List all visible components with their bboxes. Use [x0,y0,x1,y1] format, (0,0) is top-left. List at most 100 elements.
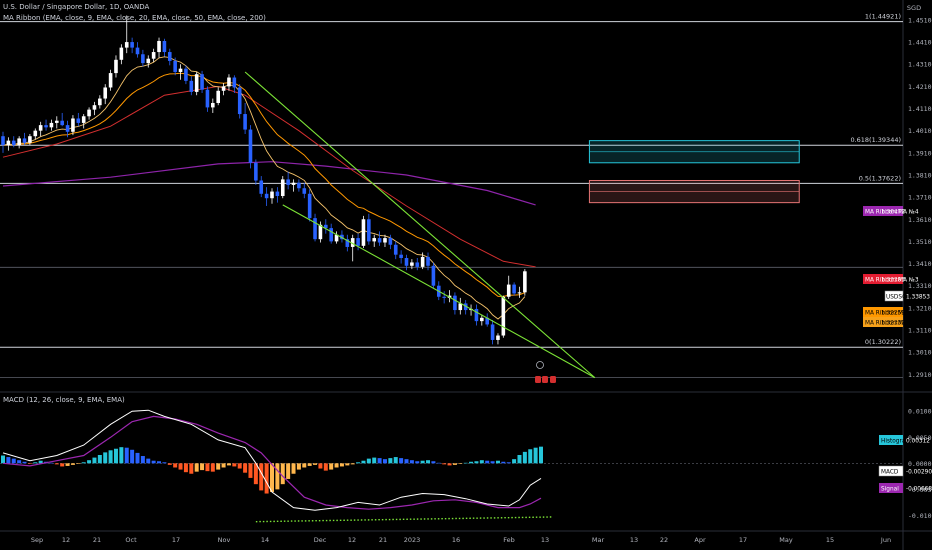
candle-body [55,120,59,123]
candle-body [264,193,269,199]
price-tick-label: 1.31100 [908,326,932,334]
candle-body [49,122,54,128]
candle-body [404,258,409,266]
candle-body [490,324,495,340]
candle-body [383,238,387,243]
candle-body [146,58,151,64]
macd-histogram-bar [65,463,70,466]
candle-body [361,219,366,246]
candle-body [523,271,527,293]
candle-body [410,262,414,266]
candle-body [184,68,188,81]
candle-body [211,102,215,108]
candle-body [38,125,43,131]
macd-histogram-bar [388,458,393,464]
candle-body [275,191,280,196]
macd-histogram-bar [264,463,269,494]
macd-histogram-bar [420,460,425,464]
macd-histogram-bar [54,463,59,465]
candle-body [151,52,156,59]
candle-body [496,335,500,340]
candle-body [114,59,118,74]
candle-body [399,254,403,259]
macd-histogram-bar [92,457,97,464]
time-tick-label: 16 [452,536,460,544]
candle-body [426,256,430,266]
candle-body [162,40,167,53]
macd-histogram-bar [108,450,113,464]
macd-histogram-bar [291,463,296,474]
candle-body [420,256,425,267]
candle-body [237,87,242,115]
macd-histogram-bar [539,446,543,464]
macd-histogram-bar [124,447,129,464]
macd-legend[interactable]: MACD (12, 26, close, 9, EMA, EMA) [3,396,125,404]
candle-body [108,73,113,88]
macd-histogram-bar [490,461,495,464]
price-tick-label: 1.45100 [908,16,932,24]
candle-body [367,219,371,242]
macd-histogram-bar [382,459,387,464]
candle-body [33,130,38,137]
candle-body [130,42,134,48]
macd-histogram-bar [81,462,86,464]
macd-histogram-bar [533,447,538,464]
macd-histogram-bar [38,460,43,464]
macd-histogram-bar [313,463,318,465]
fib-level-label: 1(1.44921) [865,13,901,21]
time-tick-label: Nov [218,536,231,544]
macd-histogram-bar [200,463,205,471]
macd-histogram-bar [33,462,38,464]
candle-body [189,80,194,92]
ma2-value: 1.32259 [881,311,905,317]
macd-histogram-bar [22,461,27,464]
ema9-line [2,56,526,320]
price-tick-label: 1.36100 [908,216,932,224]
lower-wedge-line [282,204,596,379]
macd-histogram-bar [151,460,156,464]
event-marker-circle [536,361,544,369]
ma-ribbon-legend[interactable]: MA Ribbon (EMA, close, 9, EMA, close, 20… [3,14,266,22]
price-tick-label: 1.44100 [908,39,932,47]
macd-trendline [255,516,552,523]
time-tick-label: Oct [125,536,137,544]
macd-histogram-bar [135,452,140,464]
candle-body [302,188,307,194]
signal-label: Signal [881,487,899,493]
time-tick-label: 2023 [404,536,421,544]
price-tick-label: 1.40100 [908,127,932,135]
time-tick-label: 17 [739,536,747,544]
usdsgd-chart[interactable]: SGD1.291001.301001.311001.321001.331001.… [0,0,932,550]
price-value-label: 1.33853 [906,295,930,301]
candle-body [98,98,102,106]
macd-histogram-bar [463,462,468,464]
macd-histogram-bar [275,463,280,490]
candle-body [141,54,145,64]
macd-histogram-bar [6,457,11,464]
macd-histogram-bar [393,457,398,464]
candle-body [60,120,64,126]
candle-body [205,89,210,108]
candle-body [259,180,264,194]
macd-histogram-bar [280,463,285,485]
candle-body [254,162,258,181]
macd-histogram-bar [501,461,506,464]
macd-histogram-bar [103,452,108,464]
candle-body [297,182,301,189]
price-tick-label: 1.38100 [908,171,932,179]
macd-histogram-bar [76,463,81,464]
candle-body [167,52,172,61]
time-tick-label: Dec [314,536,327,544]
macd-histogram-bar [60,463,65,467]
macd-histogram-bar [146,458,151,464]
ema50-line [2,85,536,268]
macd-histogram-bar [512,459,517,464]
candle-body [415,262,420,267]
time-tick-label: Jun [880,536,891,544]
candle-body [92,105,97,110]
macd-histogram-bar [458,463,463,464]
candle-body [28,136,32,143]
candle-body [227,77,231,87]
economic-event-flag [542,376,548,383]
macd-histogram-bar [130,449,135,464]
